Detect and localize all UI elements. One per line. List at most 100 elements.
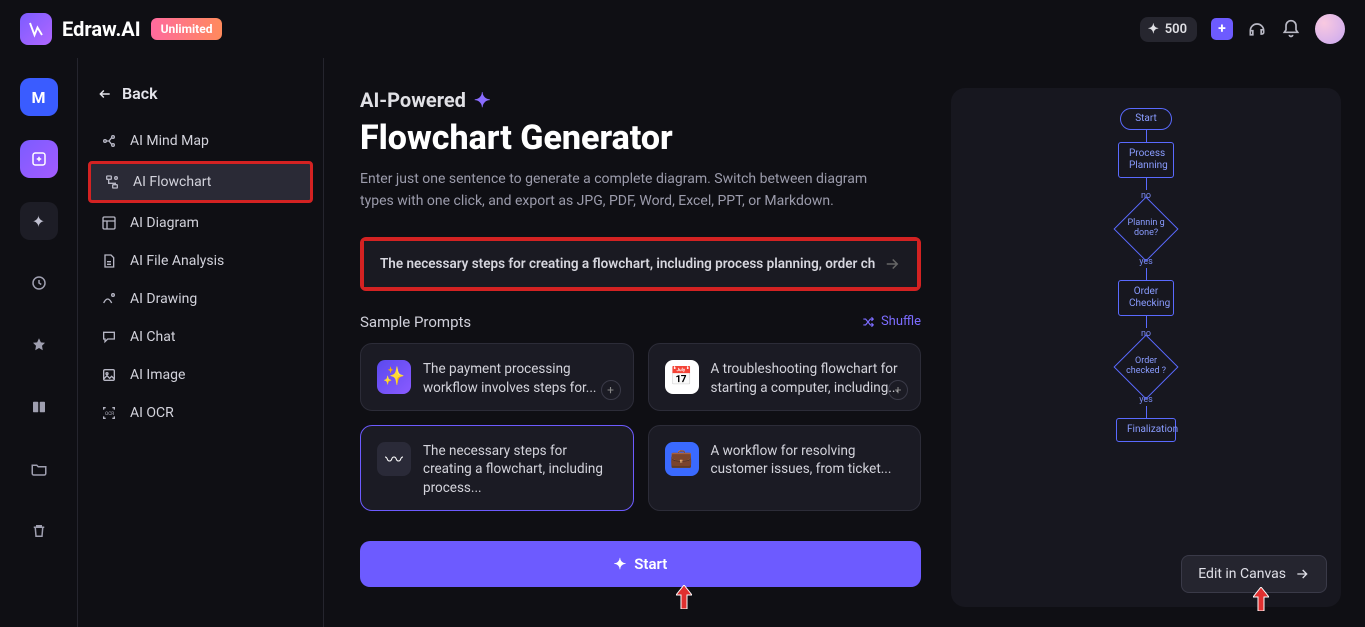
start-label: Start [634, 555, 667, 573]
logo-icon [20, 13, 52, 45]
sidebar-item-label: AI Drawing [130, 291, 197, 307]
add-credits-button[interactable]: + [1211, 18, 1233, 40]
credits-pill[interactable]: ✦ 500 [1140, 17, 1197, 42]
back-button[interactable]: Back [88, 74, 313, 121]
sidebar-item-label: AI Chat [130, 329, 175, 345]
icon-rail: M ✦ [0, 58, 78, 627]
sidebar-item-label: AI OCR [130, 405, 174, 421]
sidebar-item-diagram[interactable]: AI Diagram [88, 205, 313, 241]
sample-card[interactable]: 📅 A troubleshooting flowchart for starti… [648, 343, 922, 411]
sidebar-item-fileanalysis[interactable]: AI File Analysis [88, 243, 313, 279]
sparkle-icon: ✦ [614, 555, 627, 573]
start-button[interactable]: ✦ Start [360, 541, 921, 587]
card-text: The necessary steps for creating a flowc… [423, 442, 617, 499]
prompt-input[interactable]: The necessary steps for creating a flowc… [364, 241, 917, 287]
mindmap-icon [100, 133, 118, 149]
flow-connector [1146, 406, 1147, 418]
sample-title: Sample Prompts [360, 313, 471, 331]
sidebar-item-mindmap[interactable]: AI Mind Map [88, 123, 313, 159]
rail-workspace[interactable]: M [20, 78, 58, 116]
back-label: Back [122, 84, 158, 103]
bell-icon[interactable] [1281, 19, 1301, 39]
sample-card[interactable]: 〰 The necessary steps for creating a flo… [360, 425, 634, 512]
rail-ai[interactable]: ✦ [20, 202, 58, 240]
chat-icon [100, 329, 118, 345]
briefcase-icon: 💼 [665, 442, 699, 476]
drawing-icon [100, 291, 118, 307]
kicker: AI-Powered ✦ [360, 88, 921, 112]
annotation-arrow-icon [1253, 587, 1269, 611]
flow-node-decision: Order checked ? [1113, 334, 1178, 399]
sidebar-item-label: AI Image [130, 367, 185, 383]
flow-node-process: Process Planning [1118, 142, 1174, 178]
credits-value: 500 [1165, 22, 1187, 37]
sidebar-item-chat[interactable]: AI Chat [88, 319, 313, 355]
flow-connector [1146, 178, 1147, 190]
rail-folder[interactable] [20, 450, 58, 488]
edit-canvas-label: Edit in Canvas [1198, 566, 1286, 582]
svg-text:OCR: OCR [105, 411, 114, 417]
sidebar: Back AI Mind Map AI Flowchart AI Diagram… [78, 58, 324, 627]
flowchart-preview: Start Process Planning no Plannin g done… [1116, 108, 1176, 442]
flow-connector [1146, 316, 1147, 328]
kicker-text: AI-Powered [360, 88, 466, 112]
brand: Edraw.AI Unlimited [20, 13, 222, 45]
left-pane: AI-Powered ✦ Flowchart Generator Enter j… [360, 88, 921, 607]
page-title: Flowchart Generator [360, 118, 921, 158]
annotation-arrow-icon [676, 585, 692, 609]
card-add-button[interactable]: + [601, 380, 621, 400]
sample-header: Sample Prompts Shuffle [360, 313, 921, 331]
diagram-icon [100, 215, 118, 231]
plan-badge: Unlimited [151, 18, 223, 40]
main: AI-Powered ✦ Flowchart Generator Enter j… [324, 58, 1365, 627]
avatar[interactable] [1315, 14, 1345, 44]
file-icon [100, 253, 118, 269]
sample-cards: ✨ The payment processing workflow involv… [360, 343, 921, 511]
arrow-right-icon [1294, 566, 1310, 582]
shuffle-button[interactable]: Shuffle [861, 314, 921, 329]
topbar-right: ✦ 500 + [1140, 14, 1345, 44]
calendar-icon: 📅 [665, 360, 699, 394]
sidebar-item-flowchart[interactable]: AI Flowchart [88, 161, 313, 203]
sidebar-item-ocr[interactable]: OCR AI OCR [88, 395, 313, 431]
flow-node-process: Order Checking [1118, 280, 1174, 316]
topbar: Edraw.AI Unlimited ✦ 500 + [0, 0, 1365, 58]
sidebar-item-image[interactable]: AI Image [88, 357, 313, 393]
rail-trash[interactable] [20, 512, 58, 550]
flow-node-start: Start [1120, 108, 1172, 130]
sidebar-item-label: AI Mind Map [130, 133, 209, 149]
wand-icon: ✨ [377, 360, 411, 394]
prompt-text: The necessary steps for creating a flowc… [380, 256, 875, 272]
rail-create[interactable] [20, 140, 58, 178]
flow-connector [1146, 268, 1147, 280]
card-text: The payment processing workflow involves… [423, 360, 617, 398]
sparkle-icon: ✦ [1148, 22, 1159, 37]
flow-connector [1146, 130, 1147, 142]
shuffle-icon [861, 315, 875, 329]
rail-favorites[interactable] [20, 326, 58, 364]
sidebar-item-label: AI File Analysis [130, 253, 224, 269]
sample-card[interactable]: ✨ The payment processing workflow involv… [360, 343, 634, 411]
rail-recent[interactable] [20, 264, 58, 302]
flow-node-process: Finalization [1116, 418, 1176, 442]
arrow-right-icon [883, 255, 901, 273]
shuffle-label: Shuffle [881, 314, 921, 329]
flowchart-icon [103, 174, 121, 190]
preview-panel: Start Process Planning no Plannin g done… [951, 88, 1341, 607]
card-add-button[interactable]: + [888, 380, 908, 400]
prompt-input-highlight: The necessary steps for creating a flowc… [360, 237, 921, 291]
sparkle-icon: ✦ [474, 88, 491, 112]
arrow-left-icon [96, 87, 114, 101]
sidebar-item-drawing[interactable]: AI Drawing [88, 281, 313, 317]
rail-templates[interactable] [20, 388, 58, 426]
sample-card[interactable]: 💼 A workflow for resolving customer issu… [648, 425, 922, 512]
page-description: Enter just one sentence to generate a co… [360, 168, 890, 213]
activity-icon: 〰 [377, 442, 411, 476]
card-text: A troubleshooting flowchart for starting… [711, 360, 905, 398]
card-text: A workflow for resolving customer issues… [711, 442, 905, 499]
image-icon [100, 367, 118, 383]
flow-node-decision: Plannin g done? [1113, 196, 1178, 261]
headset-icon[interactable] [1247, 19, 1267, 39]
brand-name: Edraw.AI [62, 17, 141, 41]
ocr-icon: OCR [100, 405, 118, 421]
